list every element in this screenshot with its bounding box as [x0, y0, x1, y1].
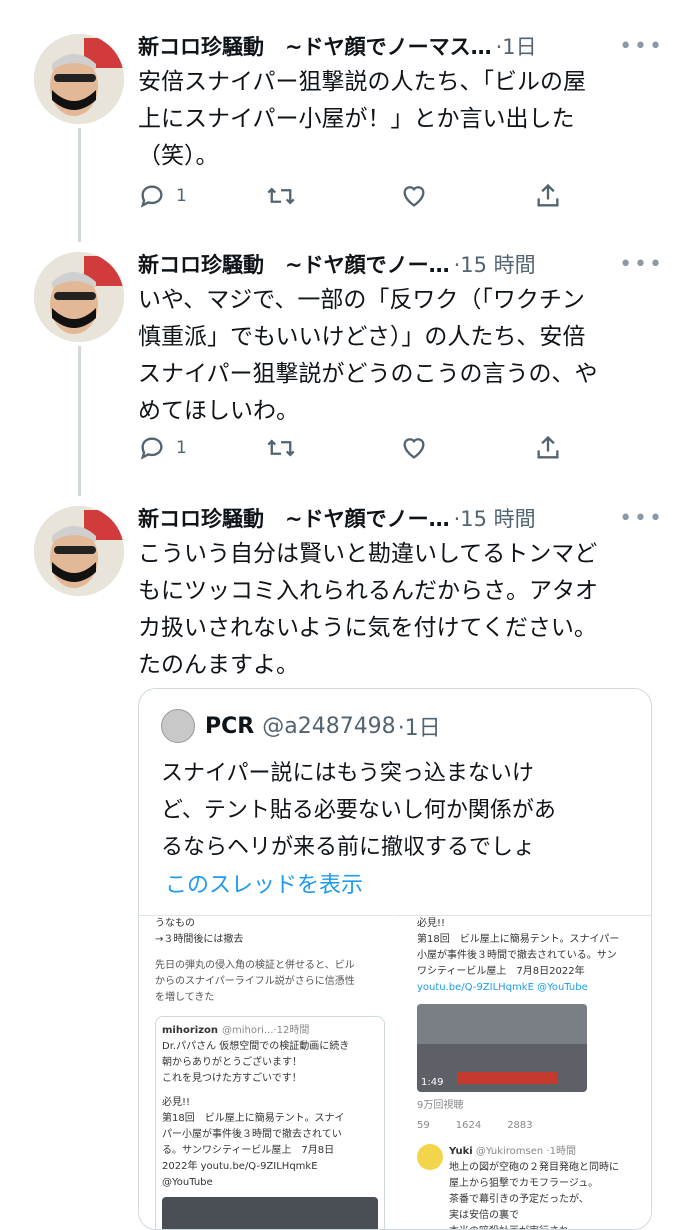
quoted-tweet-text: スナイパー説にはもう突っ込まないけ ど、テント貼る必要ないし何か関係があ るなら… [161, 761, 556, 860]
attached-image-left[interactable]: うなもの →３時間後には撤去 先日の弾丸の侵入角の検証と併せると、ビル からのス… [139, 915, 395, 1229]
quoted-avatar[interactable] [161, 709, 195, 743]
timestamp[interactable]: ·15 時間 [454, 503, 536, 533]
embedded-screenshot-content: 必見!! 第18回 ビル屋上に簡易テント。スナイパー 小屋が事件後３時間で撤去さ… [417, 916, 641, 1229]
show-thread-link[interactable]: このスレッドを表示 [165, 867, 363, 899]
embedded-reply: Yuki @Yukiromsen ·1時間 地上の図が空砲の２発目発砲と同時に … [417, 1144, 641, 1229]
embedded-reply-user: Yuki [449, 1146, 473, 1157]
avatar[interactable] [34, 506, 124, 596]
embedded-reply-handle: @Yukiromsen [475, 1146, 544, 1157]
quoted-timestamp[interactable]: ·1日 [398, 710, 441, 742]
embedded-reply-text: 地上の図が空砲の２発目発砲と同時に 屋上から狙撃でカモフラージュ。 茶番で幕引き… [449, 1162, 619, 1229]
tweet-text: こういう自分は賢いと勘違いしてるトンマど もにツッコミ入れられるんだからさ。アタ… [138, 541, 598, 678]
more-options-icon[interactable]: ••• [619, 506, 664, 531]
author-name[interactable]: 新コロ珍騒動 ~ドヤ顔でノー… [138, 503, 450, 533]
embedded-text: うなもの [155, 918, 195, 929]
quoted-author-handle[interactable]: @a2487498 [262, 714, 395, 739]
video-duration: 1:49 [421, 1077, 444, 1088]
avatar-image [34, 506, 124, 596]
embedded-tweet-card: mihorizon @mihori... ·12時間 Dr.パパさん 仮想空間で… [155, 1016, 385, 1229]
embedded-card-header: mihorizon @mihori... ·12時間 [162, 1023, 378, 1039]
embedded-views: 9万回視聴 [417, 1100, 464, 1111]
embedded-screenshot-content: うなもの →３時間後には撤去 先日の弾丸の侵入角の検証と併せると、ビル からのス… [155, 916, 385, 1229]
embedded-text: 必見!! 第18回 ビル屋上に簡易テント。スナイパー 小屋が事件後３時間で撤去さ… [417, 918, 620, 977]
attached-image-right[interactable]: 必見!! 第18回 ビル屋上に簡易テント。スナイパー 小屋が事件後３時間で撤去さ… [395, 915, 651, 1229]
quoted-tweet[interactable]: PCR @a2487498 ·1日 スナイパー説にはもう突っ込まないけ ど、テン… [138, 688, 652, 1230]
embedded-reply-avatar [417, 1144, 443, 1170]
embedded-link: youtu.be/Q-9ZILHqmkE @YouTube [417, 982, 588, 993]
embedded-video-thumbnail [162, 1197, 378, 1229]
embedded-text: →３時間後には撤去 [155, 934, 244, 945]
embedded-like-count: 2883 [507, 1120, 533, 1131]
embedded-card-text: Dr.パパさん 仮想空間での検証動画に続き 朝からありがとうございます！ これを… [162, 1041, 350, 1084]
embedded-reply-time: ·1時間 [546, 1146, 576, 1157]
quoted-author-name[interactable]: PCR [205, 714, 254, 739]
embedded-video-thumbnail: 1:49 [417, 1004, 587, 1092]
embedded-handle: @mihori... [222, 1025, 274, 1036]
embedded-reply-count: 59 [417, 1120, 430, 1131]
embedded-stats: 59 1624 2883 [417, 1118, 641, 1134]
embedded-retweet-count: 1624 [455, 1120, 482, 1131]
tweet[interactable]: 新コロ珍騒動 ~ドヤ顔でノー… ·15 時間 ••• こういう自分は賢いと勘違い… [0, 0, 684, 680]
embedded-card-text: 必見!! 第18回 ビル屋上に簡易テント。スナイ パー小屋が事件後３時間で撤去さ… [162, 1097, 345, 1188]
embedded-reply-header: Yuki @Yukiromsen ·1時間 [449, 1144, 619, 1160]
embedded-text: 先日の弾丸の侵入角の検証と併せると、ビル からのスナイパーライフル説がさらに信憑… [155, 960, 355, 1003]
embedded-username: mihorizon [162, 1025, 219, 1036]
embedded-time: ·12時間 [273, 1025, 310, 1036]
